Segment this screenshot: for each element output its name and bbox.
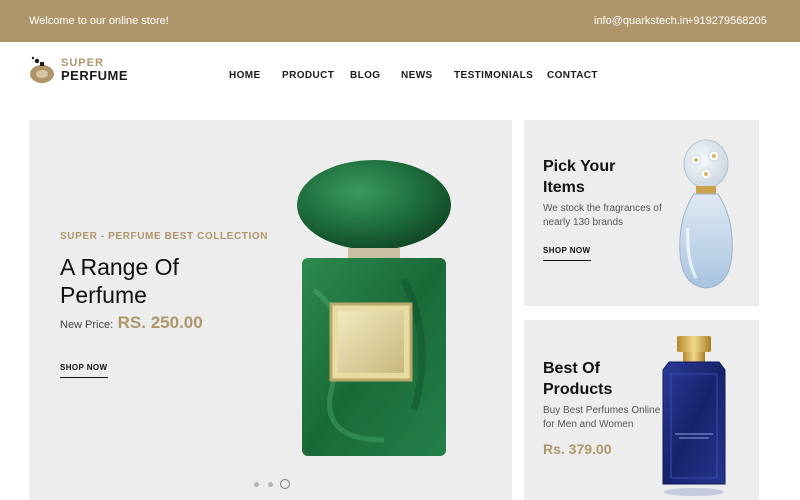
perfume-logo-icon bbox=[30, 56, 54, 83]
promo-1-title: Pick Your Items bbox=[543, 158, 616, 196]
top-bar: Welcome to our online store! info@quarks… bbox=[0, 0, 800, 42]
site-logo[interactable]: SUPER PERFUME bbox=[28, 55, 138, 85]
promo-card-best-products: Best Of Products Buy Best Perfumes Onlin… bbox=[524, 320, 759, 500]
hero-kicker: SUPER - PERFUME BEST COLLECTION bbox=[60, 231, 269, 242]
nav-product[interactable]: PRODUCT bbox=[282, 70, 334, 81]
nav-news[interactable]: NEWS bbox=[401, 70, 433, 81]
email-link[interactable]: info@quarkstech.in bbox=[594, 15, 688, 27]
nav-blog[interactable]: BLOG bbox=[350, 70, 381, 81]
hero-price: RS. 250.00 bbox=[117, 313, 203, 332]
hero-shop-now-button[interactable]: SHOP NOW bbox=[60, 363, 108, 378]
hero-banner: SUPER - PERFUME BEST COLLECTION A Range … bbox=[29, 120, 512, 500]
promo-1-shop-now-button[interactable]: SHOP NOW bbox=[543, 246, 591, 261]
logo-line-2: PERFUME bbox=[61, 68, 129, 83]
welcome-text: Welcome to our online store! bbox=[29, 15, 169, 27]
phone-link[interactable]: +919279568205 bbox=[687, 15, 767, 27]
daisy-perfume-bottle-image bbox=[679, 139, 733, 289]
nav-contact[interactable]: CONTACT bbox=[547, 70, 598, 81]
slider-dot-2[interactable] bbox=[268, 482, 273, 487]
promo-2-title: Best Of Products bbox=[543, 360, 613, 398]
promo-1-description: We stock the fragrances of nearly 130 br… bbox=[543, 203, 662, 228]
blue-perfume-bottle-image bbox=[662, 336, 726, 496]
slider-dot-3-active[interactable] bbox=[280, 479, 290, 489]
slider-dot-1[interactable] bbox=[254, 482, 259, 487]
promo-card-pick-items: Pick Your Items We stock the fragrances … bbox=[524, 120, 759, 306]
green-perfume-bottle-image bbox=[297, 160, 451, 456]
site-header: SUPER PERFUME HOME PRODUCT BLOG NEWS TES… bbox=[0, 42, 800, 120]
price-label: New Price: bbox=[60, 319, 114, 331]
hero-title: A Range Of Perfume bbox=[60, 254, 179, 308]
promo-2-price: Rs. 379.00 bbox=[543, 441, 612, 457]
nav-home[interactable]: HOME bbox=[229, 70, 261, 81]
hero-price-row: New Price: RS. 250.00 bbox=[60, 313, 203, 333]
promo-2-description: Buy Best Perfumes Online for Men and Wom… bbox=[543, 405, 661, 430]
nav-testimonials[interactable]: TESTIMONIALS bbox=[454, 70, 533, 81]
